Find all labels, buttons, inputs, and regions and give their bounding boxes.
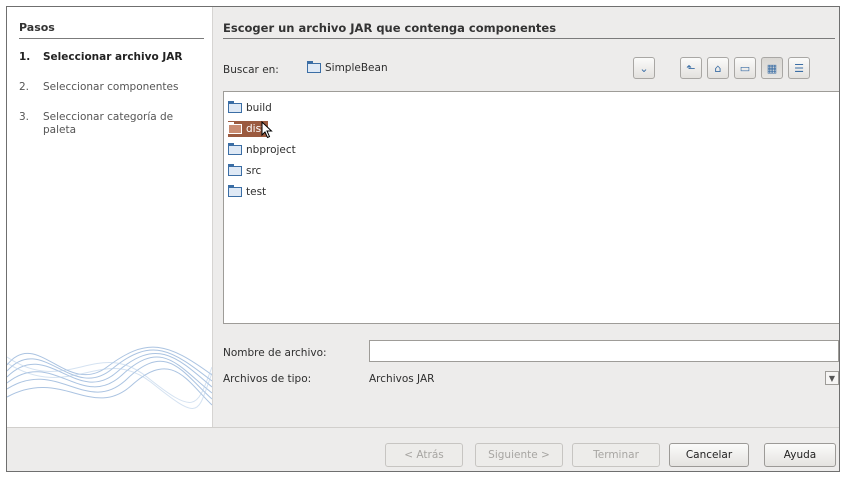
file-name: test [246,186,267,198]
list-view-button[interactable]: ▦ [761,57,783,79]
step-number: 2. [19,81,30,93]
details-view-button[interactable]: ☰ [788,57,810,79]
step-2: 2. Seleccionar componentes [19,81,204,94]
file-name: nbproject [246,144,296,156]
list-item[interactable]: test [228,184,269,200]
step-1: 1. Seleccionar archivo JAR [19,51,204,64]
file-name: build [246,102,272,114]
look-in-combo[interactable]: SimpleBean [307,61,388,74]
up-folder-button[interactable]: ⬑ [680,57,702,79]
cancel-button[interactable]: Cancelar [669,443,749,467]
file-name-label: Nombre de archivo: [223,347,327,359]
steps-title: Pasos [19,21,55,34]
list-view-icon: ▦ [766,61,778,75]
file-type-dropdown-button[interactable]: ▼ [825,371,839,385]
details-view-icon: ☰ [794,61,804,75]
chevron-down-icon: ⌄ [639,61,649,75]
decorative-wave-image [7,346,212,409]
list-item[interactable]: build [228,100,275,116]
help-button[interactable]: Ayuda [764,443,836,467]
step-3: 3. Seleccionar categoría de paleta [19,111,204,137]
button-bar-divider [7,427,839,428]
title-divider [223,38,835,39]
jar-chooser-dialog: Pasos 1. Seleccionar archivo JAR 2. Sele… [6,6,840,472]
file-list[interactable]: build dist nbproject src test [223,91,839,324]
up-folder-icon: ⬑ [686,61,696,75]
next-button[interactable]: Siguiente > [475,443,563,467]
folder-icon [228,185,242,197]
look-in-dropdown-button[interactable]: ⌄ [633,57,655,79]
mouse-pointer-icon [261,121,273,139]
finish-button[interactable]: Terminar [572,443,660,467]
look-in-label: Buscar en: [223,64,279,76]
file-type-label: Archivos de tipo: [223,373,312,385]
step-label: Seleccionar componentes [43,81,179,93]
page-title: Escoger un archivo JAR que contenga comp… [223,21,557,35]
folder-icon [307,61,321,73]
step-label: Seleccionar archivo JAR [43,51,183,63]
folder-icon [228,164,242,176]
chevron-down-icon: ▼ [828,373,836,383]
step-number: 3. [19,111,30,123]
file-type-select[interactable]: Archivos JAR [369,373,434,385]
folder-icon [228,101,242,113]
list-item[interactable]: nbproject [228,142,299,158]
folder-icon [228,122,242,134]
step-label: Seleccionar categoría de paleta [43,111,174,136]
back-button[interactable]: < Atrás [385,443,463,467]
home-icon: ⌂ [714,61,722,75]
look-in-value: SimpleBean [325,62,388,74]
file-name-input[interactable] [369,340,839,362]
folder-icon [228,143,242,155]
steps-panel: Pasos 1. Seleccionar archivo JAR 2. Sele… [7,7,213,427]
new-folder-button[interactable]: ▭ [734,57,756,79]
home-button[interactable]: ⌂ [707,57,729,79]
step-number: 1. [19,51,31,63]
list-item[interactable]: src [228,163,264,179]
new-folder-icon: ▭ [739,61,751,75]
steps-divider [19,38,204,39]
file-name: src [246,165,262,177]
